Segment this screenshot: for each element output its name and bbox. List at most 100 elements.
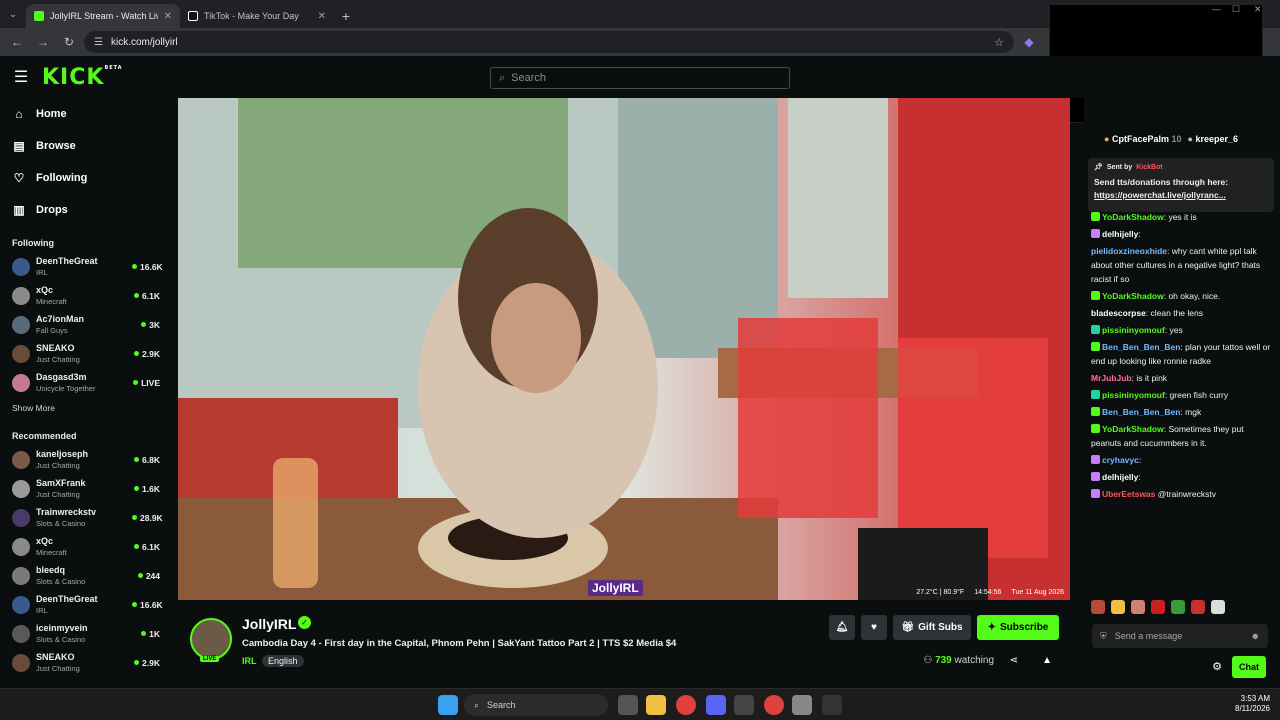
chat-username[interactable]: YoDarkShadow xyxy=(1102,291,1164,301)
video-player[interactable]: JollyIRL 27.2°C | 80.9°F 14:54:56 Tue 11… xyxy=(178,98,1070,600)
sidebar-channel[interactable]: DeenTheGreat IRL 16.6K xyxy=(12,252,172,281)
chat-username[interactable]: cryhavyc xyxy=(1102,455,1139,465)
sidebar-channel[interactable]: Ac7ionMan Fall Guys 3K xyxy=(12,310,172,339)
notification-bell-button[interactable]: 🔔︎ xyxy=(829,615,855,640)
chat-username[interactable]: UberEetswas xyxy=(1102,489,1155,499)
share-icon[interactable]: ⋖ xyxy=(1010,655,1018,666)
obs-icon[interactable] xyxy=(734,695,754,715)
streamer-name[interactable]: JollyIRL xyxy=(242,616,296,632)
channel-avatar xyxy=(12,566,30,585)
minimize-icon[interactable]: — xyxy=(1212,4,1221,14)
stream-category[interactable]: IRL xyxy=(242,656,257,666)
sidebar-channel[interactable]: xQc Minecraft 6.1K xyxy=(12,281,172,310)
new-tab-button[interactable]: + xyxy=(334,4,358,28)
sidebar-channel[interactable]: SamXFrank Just Chatting 1.6K xyxy=(12,474,172,503)
sidebar-channel[interactable]: Trainwreckstv Slots & Casino 28.9K xyxy=(12,503,172,532)
chrome-icon[interactable] xyxy=(676,695,696,715)
search-input[interactable]: ⌕ Search xyxy=(490,67,790,89)
viewer-number: 739 xyxy=(935,655,952,666)
chat-send-button[interactable]: Chat xyxy=(1232,656,1266,678)
chat-input[interactable]: ⛨ Send a message ☻ xyxy=(1092,624,1268,648)
coin-icon: ● xyxy=(1187,134,1193,144)
taskbar-search[interactable]: ⌕ Search xyxy=(464,694,608,716)
chat-username[interactable]: Ben_Ben_Ben_Ben xyxy=(1102,407,1180,417)
settings-gear-icon[interactable]: ⚙ xyxy=(1212,660,1222,673)
chrome-active-icon[interactable] xyxy=(764,695,784,715)
site-info-icon[interactable]: ☰ xyxy=(94,37,103,48)
emote-icon[interactable] xyxy=(1111,600,1125,614)
sidebar-channel[interactable]: DeenTheGreat IRL 16.6K xyxy=(12,590,172,619)
emoji-icon[interactable]: ☻ xyxy=(1251,631,1260,641)
back-icon[interactable]: ← xyxy=(6,31,28,53)
chat-username[interactable]: bladescorpse xyxy=(1091,308,1146,318)
nav-browse[interactable]: ▤ Browse xyxy=(12,130,172,162)
nav-following[interactable]: ♡ Following xyxy=(12,162,172,194)
reload-icon[interactable]: ↻ xyxy=(58,31,80,53)
forward-icon[interactable]: → xyxy=(32,31,54,53)
system-clock[interactable]: 3:53 AM 8/11/2026 xyxy=(1235,694,1270,714)
extension-icon[interactable]: ◆ xyxy=(1018,31,1040,53)
sidebar-channel[interactable]: iceinmyvein Slots & Casino 1K xyxy=(12,619,172,648)
pinned-link[interactable]: https://powerchat.live/jollyranc... xyxy=(1094,189,1268,202)
tab-search-icon[interactable]: ⌄ xyxy=(0,0,26,28)
stream-language-tag[interactable]: English xyxy=(262,655,304,667)
app-icon[interactable] xyxy=(822,695,842,715)
browser-tab-kick[interactable]: JollyIRL Stream - Watch Live ✕ xyxy=(26,4,180,28)
chat-username[interactable]: pielidoxzineoxhide xyxy=(1091,246,1167,256)
emote-icon[interactable] xyxy=(1211,600,1225,614)
file-explorer-icon[interactable] xyxy=(646,695,666,715)
chat-username[interactable]: delhijelly xyxy=(1102,229,1138,239)
channel-avatar xyxy=(12,508,30,527)
report-icon[interactable]: ▲ xyxy=(1042,655,1052,666)
browser-tab-tiktok[interactable]: TikTok - Make Your Day ✕ xyxy=(180,4,334,28)
nav-home[interactable]: ⌂ Home xyxy=(12,98,172,130)
window-close-icon[interactable]: ✕ xyxy=(1254,4,1262,15)
show-more-button[interactable]: Show More xyxy=(12,397,172,419)
discord-icon[interactable] xyxy=(706,695,726,715)
tab-close-icon[interactable]: ✕ xyxy=(164,11,172,22)
chat-username[interactable]: pissininyomouf xyxy=(1102,390,1165,400)
kick-logo[interactable]: KICKBETA xyxy=(42,65,123,90)
address-bar[interactable]: ☰ kick.com/jollyirl ☆ xyxy=(84,31,1014,53)
overlay-date: Tue 11 Aug 2026 xyxy=(1011,589,1064,596)
pinned-body: Send tts/donations through here: xyxy=(1094,177,1229,187)
sidebar-channel[interactable]: kaneljoseph Just Chatting 6.8K xyxy=(12,445,172,474)
chat-username[interactable]: YoDarkShadow xyxy=(1102,212,1164,222)
emote-icon[interactable] xyxy=(1151,600,1165,614)
chat-username[interactable]: pissininyomouf xyxy=(1102,325,1165,335)
bookmark-star-icon[interactable]: ☆ xyxy=(994,36,1004,49)
settings-app-icon[interactable] xyxy=(792,695,812,715)
sidebar-channel[interactable]: xQc Minecraft 6.1K xyxy=(12,532,172,561)
nav-label: Following xyxy=(36,172,88,184)
sidebar-channel[interactable]: bleedq Slots & Casino 244 xyxy=(12,561,172,590)
emote-icon[interactable] xyxy=(1131,600,1145,614)
emote-icon[interactable] xyxy=(1191,600,1205,614)
chat-message: MrJubJub: is it pink xyxy=(1091,371,1273,385)
start-icon[interactable] xyxy=(438,695,458,715)
chat-username[interactable]: delhijelly xyxy=(1102,472,1138,482)
hamburger-menu-icon[interactable]: ☰ xyxy=(0,67,42,87)
emote-icon[interactable] xyxy=(1091,600,1105,614)
maximize-icon[interactable]: ☐ xyxy=(1232,4,1240,15)
chat-username[interactable]: Ben_Ben_Ben_Ben xyxy=(1102,342,1180,352)
chat-username[interactable]: YoDarkShadow xyxy=(1102,424,1164,434)
task-view-icon[interactable] xyxy=(618,695,638,715)
sidebar-channel[interactable]: SNEAKO Just Chatting 2.9K xyxy=(12,339,172,368)
chat-message: Ben_Ben_Ben_Ben: plan your tattos well o… xyxy=(1091,340,1273,368)
tab-close-icon[interactable]: ✕ xyxy=(318,11,326,22)
streamer-avatar[interactable] xyxy=(190,618,232,660)
channel-name: SNEAKO xyxy=(36,651,75,662)
clock-time: 3:53 AM xyxy=(1240,694,1270,703)
emote-icon[interactable] xyxy=(1171,600,1185,614)
subscribe-button[interactable]: ✦ Subscribe xyxy=(977,615,1059,640)
sidebar-channel[interactable]: SNEAKO Just Chatting 2.9K xyxy=(12,648,172,677)
chat-username[interactable]: MrJubJub xyxy=(1091,373,1132,383)
sidebar-channel[interactable]: Dasgasd3m Unicycle Together LIVE xyxy=(12,368,172,397)
nav-drops[interactable]: ▥ Drops xyxy=(12,194,172,226)
follow-heart-button[interactable]: ♥ xyxy=(861,615,887,640)
gift-subs-button[interactable]: 🎁︎ Gift Subs xyxy=(893,615,971,640)
star-icon: ✦ xyxy=(987,622,997,633)
pinned-message[interactable]: 📌︎ Sent by KickBot Send tts/donations th… xyxy=(1088,158,1274,212)
channel-viewers: 28.9K xyxy=(132,513,172,523)
channel-viewers: 3K xyxy=(132,320,172,330)
